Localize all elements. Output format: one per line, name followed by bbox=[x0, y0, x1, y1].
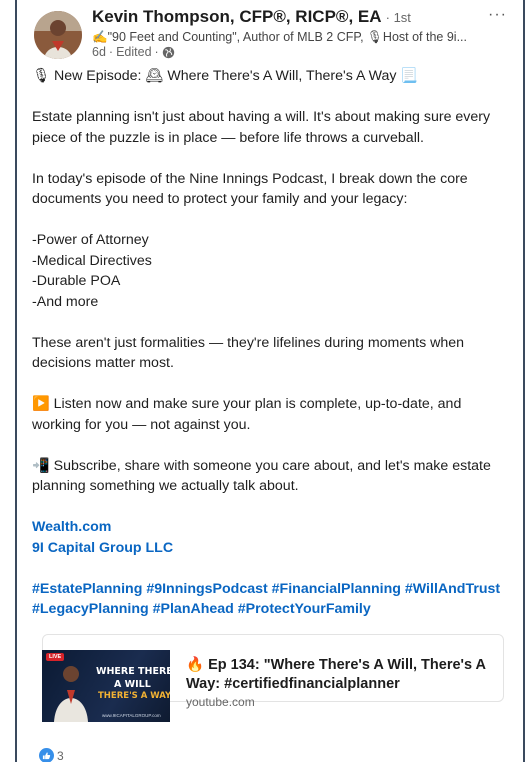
post-paragraph: Estate planning isn't just about having … bbox=[32, 109, 491, 146]
hashtags[interactable]: #LegacyPlanning #PlanAhead #ProtectYourF… bbox=[32, 599, 512, 620]
hashtags[interactable]: #EstatePlanning #9InningsPodcast #Financ… bbox=[32, 579, 512, 600]
list-item: -Medical Directives bbox=[32, 252, 152, 269]
meta-separator: · bbox=[108, 45, 114, 59]
reaction-count: 3 bbox=[57, 748, 64, 762]
host-figure bbox=[54, 666, 88, 722]
preview-thumbnail[interactable]: LIVE WHERE THERE'S A WILL THERE'S A WAY … bbox=[42, 650, 170, 722]
post-meta: 6d · Edited · bbox=[92, 45, 175, 59]
reactions-summary[interactable]: 3 bbox=[39, 748, 64, 762]
post-paragraph: 📲 Subscribe, share with someone you care… bbox=[32, 457, 491, 495]
post-card: Kevin Thompson, CFP®, RICP®, EA · 1st ✍"… bbox=[15, 0, 525, 762]
more-options-button[interactable]: ··· bbox=[488, 6, 507, 24]
post-paragraph: ▶️ Listen now and make sure your plan is… bbox=[32, 396, 462, 433]
avatar-photo bbox=[34, 11, 82, 59]
list-item: -Durable POA bbox=[32, 273, 121, 289]
list-item: -Power of Attorney bbox=[32, 232, 149, 248]
author-name[interactable]: Kevin Thompson, CFP®, RICP®, EA bbox=[92, 7, 381, 26]
list-item: -And more bbox=[32, 293, 99, 310]
thumb-title-3: THERE'S A WAY bbox=[98, 691, 170, 701]
connection-degree: · 1st bbox=[385, 10, 411, 25]
author-headline: ✍"90 Feet and Counting", Author of MLB 2… bbox=[92, 30, 467, 44]
thumb-title-2: A WILL bbox=[114, 679, 151, 690]
avatar[interactable] bbox=[34, 11, 82, 59]
mention-link[interactable]: Wealth.com bbox=[32, 517, 512, 538]
post-paragraph: These aren't just formalities — they're … bbox=[32, 334, 465, 372]
preview-title[interactable]: 🔥 Ep 134: "Where There's A Will, There's… bbox=[186, 656, 496, 694]
like-icon bbox=[39, 748, 54, 762]
mention-link[interactable]: 9I Capital Group LLC bbox=[32, 538, 512, 559]
post-paragraph: In today's episode of the Nine Innings P… bbox=[32, 170, 468, 208]
link-preview-card[interactable]: LIVE WHERE THERE'S A WILL THERE'S A WAY … bbox=[42, 634, 504, 722]
post-line-episode: 🎙 New Episode: 🕰 Where There's A Will, T… bbox=[32, 68, 419, 84]
globe-icon bbox=[162, 46, 174, 58]
post-time: 6d bbox=[92, 45, 106, 59]
post-body: 🎙 New Episode: 🕰 Where There's A Will, T… bbox=[32, 66, 512, 620]
edited-label: Edited bbox=[116, 45, 152, 59]
author-name-line[interactable]: Kevin Thompson, CFP®, RICP®, EA · 1st bbox=[92, 7, 411, 27]
thumb-url: www.9ICAPITALGROUP.com bbox=[102, 713, 161, 718]
meta-separator: · bbox=[154, 45, 159, 59]
preview-domain: youtube.com bbox=[186, 695, 255, 709]
post-header: Kevin Thompson, CFP®, RICP®, EA · 1st ✍"… bbox=[17, 0, 523, 64]
thumb-title-1: WHERE THERE'S bbox=[96, 666, 170, 677]
